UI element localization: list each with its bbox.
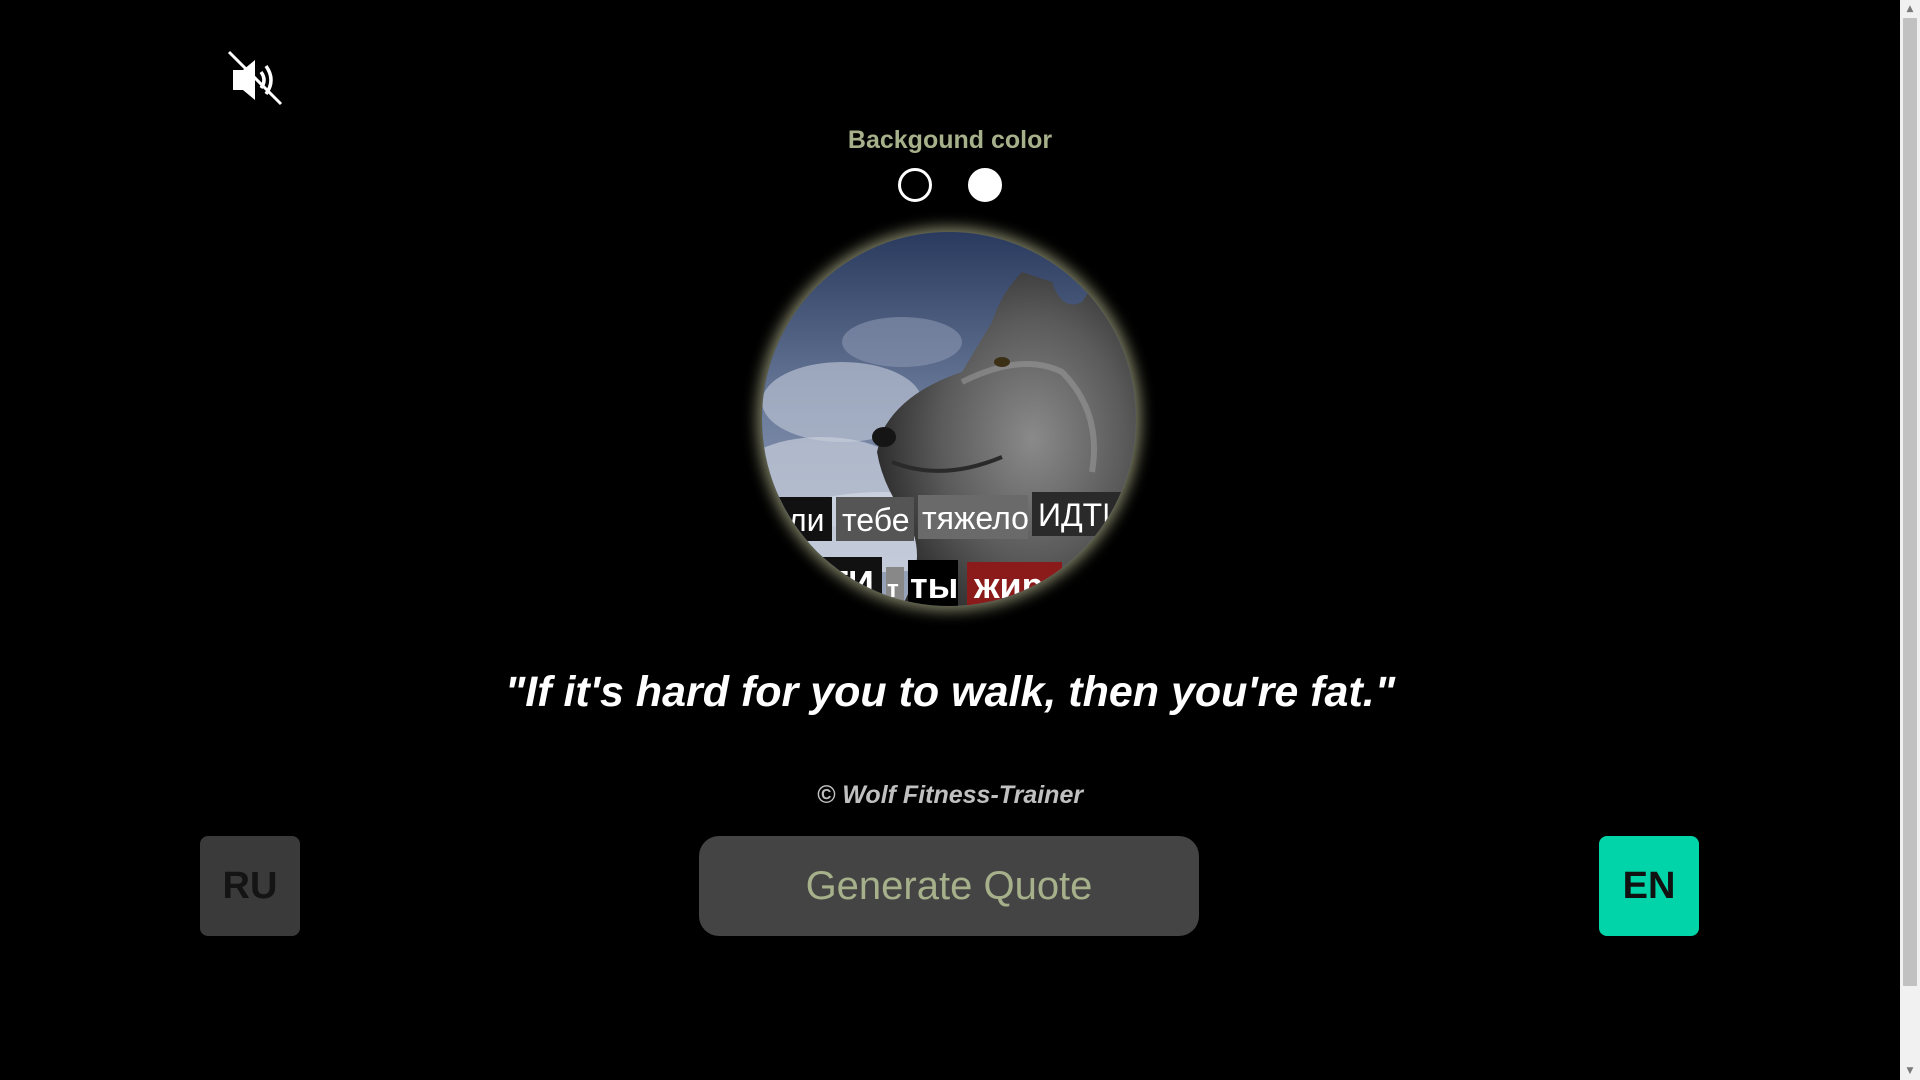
quote-text: "If it's hard for you to walk, then you'… [504,668,1396,716]
caption-word: ТИ [826,563,874,604]
scroll-down-arrow-icon[interactable]: ▼ [1900,1062,1920,1080]
quote-app: Backgound color сли тебе тяжело ИДТИ ТИ … [0,0,1920,1080]
speaker-muted-icon [227,50,283,106]
caption-word: т [887,576,899,603]
caption-word: сли [772,502,825,538]
scroll-up-arrow-icon[interactable]: ▲ [1900,0,1920,18]
vertical-scrollbar[interactable]: ▲ ▼ [1900,0,1920,1080]
background-color-label: Backgound color [847,126,1053,154]
caption-word: жир [973,565,1044,606]
caption-word: тяжело [922,500,1029,536]
mute-toggle-button[interactable] [227,50,287,110]
background-white-swatch[interactable] [968,168,1002,202]
caption-word: ты [910,565,958,606]
wolf-avatar-image: сли тебе тяжело ИДТИ ТИ т ты жир [762,232,1136,606]
generate-quote-button[interactable]: Generate Quote [699,836,1199,936]
quote-author: © Wolf Fitness-Trainer [816,781,1084,809]
background-black-swatch[interactable] [898,168,932,202]
language-ru-button[interactable]: RU [200,836,300,936]
caption-word: ИДТИ [1038,497,1125,533]
caption-word: тебе [842,502,910,538]
scrollbar-thumb[interactable] [1903,18,1917,986]
language-en-button[interactable]: EN [1599,836,1699,936]
